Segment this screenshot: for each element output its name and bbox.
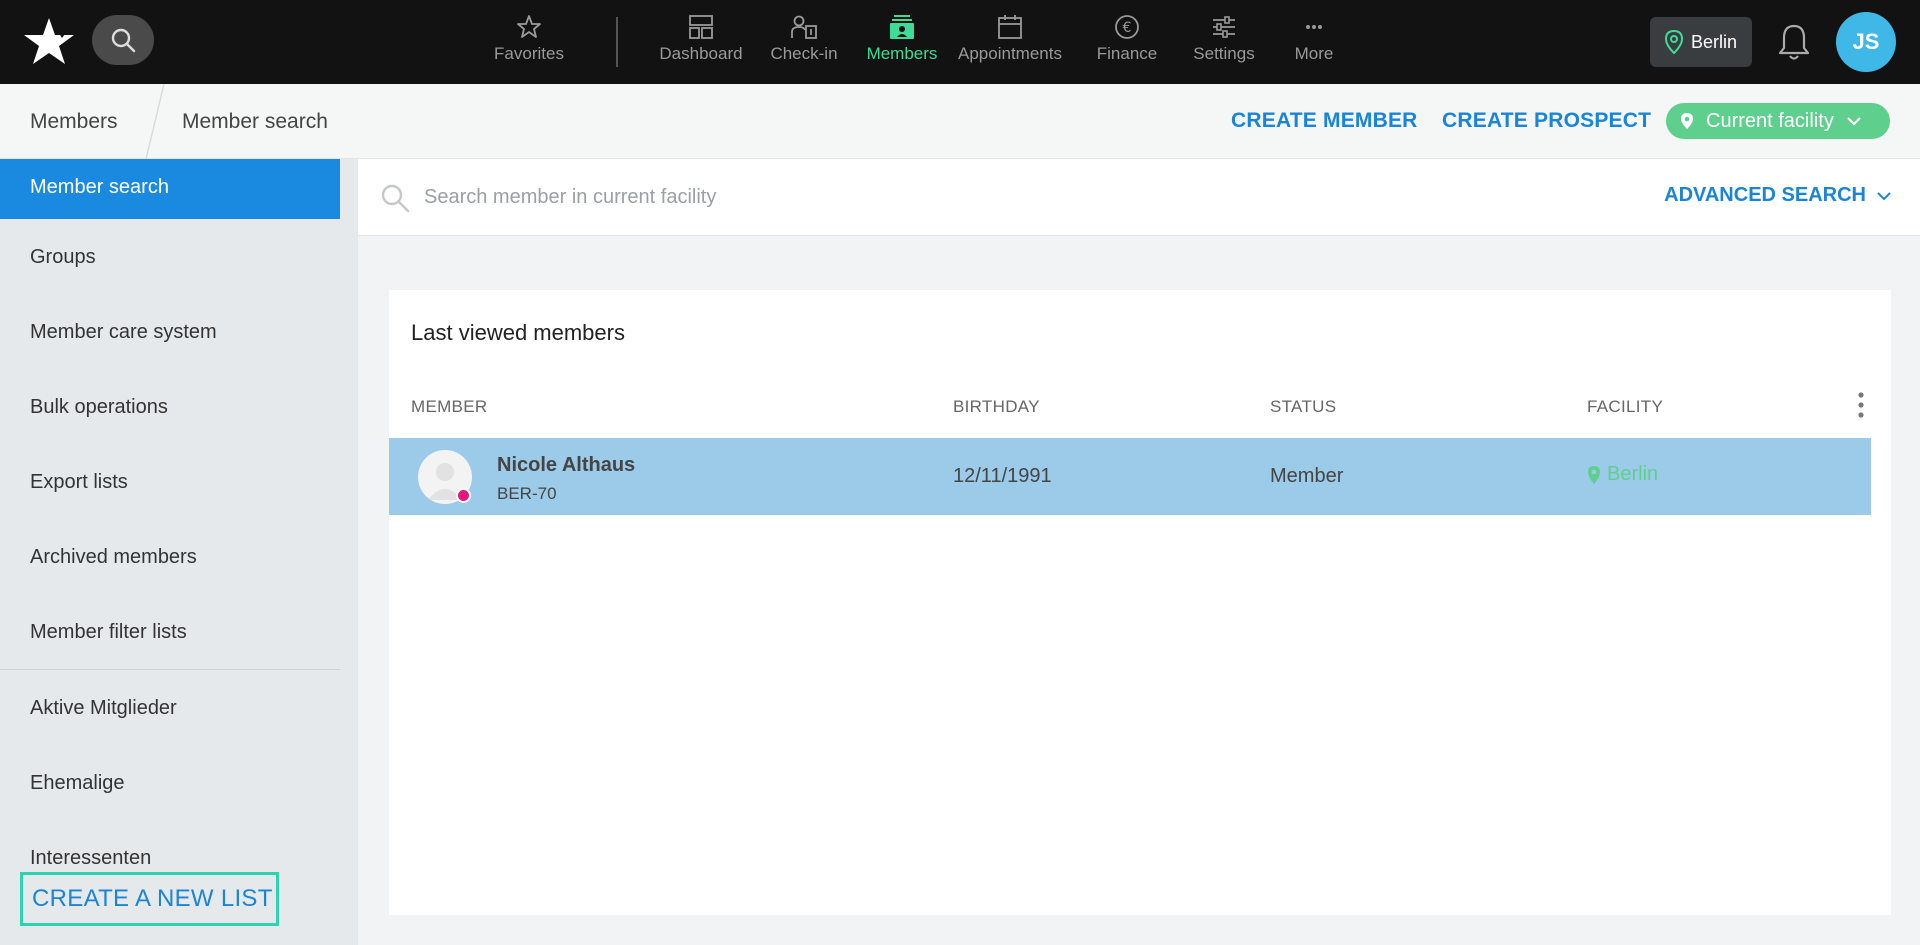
app-logo-icon[interactable] (22, 16, 76, 66)
sidebar-item-label: Bulk operations (30, 395, 168, 418)
member-search-input[interactable] (424, 177, 1324, 217)
sidebar-divider (0, 669, 340, 670)
dashboard-icon (688, 12, 714, 42)
sidebar-item-bulk-operations[interactable]: Bulk operations (0, 377, 340, 437)
nav-appointments[interactable]: Appointments (950, 0, 1070, 84)
location-label: Berlin (1690, 31, 1738, 52)
search-icon (381, 184, 410, 213)
nav-dashboard[interactable]: Dashboard (648, 0, 754, 84)
sliders-icon (1211, 12, 1237, 42)
column-header-member: MEMBER (411, 397, 488, 416)
facility-filter-label: Current facility (1706, 109, 1834, 132)
sidebar-item-label: Groups (30, 245, 96, 268)
euro-icon: € (1114, 12, 1140, 42)
facility-filter-dropdown[interactable]: Current facility (1666, 103, 1890, 139)
member-status: Member (1270, 465, 1344, 487)
location-switcher[interactable]: Berlin (1650, 17, 1752, 67)
kebab-menu-icon[interactable] (1857, 390, 1865, 420)
more-icon (1301, 12, 1327, 42)
svg-text:€: € (1123, 20, 1132, 36)
nav-checkin-label: Check-in (770, 44, 838, 63)
sidebar-item-label: Export lists (30, 470, 128, 493)
column-header-birthday: BIRTHDAY (953, 397, 1040, 416)
nav-more-label: More (1294, 44, 1334, 63)
location-pin-icon (1681, 113, 1693, 129)
breadcrumb-bar: Members Member search CREATE MEMBER CREA… (0, 84, 1920, 159)
sidebar-item-groups[interactable]: Groups (0, 227, 340, 287)
sidebar-item-label: Interessenten (30, 847, 152, 869)
nav-members-label: Members (866, 44, 938, 63)
sidebar-item-member-care-system[interactable]: Member care system (0, 302, 340, 362)
advanced-search-label: ADVANCED SEARCH (1664, 184, 1866, 206)
create-prospect-button[interactable]: CREATE PROSPECT (1442, 109, 1651, 133)
search-icon (111, 28, 136, 53)
nav-members[interactable]: Members (854, 0, 950, 84)
sidebar-item-member-filter-lists[interactable]: Member filter lists (0, 602, 340, 662)
nav-checkin[interactable]: Check-in (754, 0, 854, 84)
location-pin-icon (1588, 465, 1600, 484)
breadcrumb-current: Member search (182, 110, 328, 133)
member-search-bar: ADVANCED SEARCH (358, 159, 1920, 236)
nav-settings-label: Settings (1193, 44, 1255, 63)
nav-appointments-label: Appointments (958, 44, 1062, 63)
calendar-icon (997, 12, 1023, 42)
column-header-facility: FACILITY (1587, 397, 1664, 416)
advanced-search-toggle[interactable]: ADVANCED SEARCH (1664, 184, 1892, 207)
sidebar-item-aktive-mitglieder[interactable]: Aktive Mitglieder (0, 678, 340, 738)
nav-favorites[interactable]: Favorites (470, 0, 588, 84)
chevron-down-icon (1847, 117, 1861, 126)
member-facility-label: Berlin (1607, 463, 1659, 485)
nav-finance-label: Finance (1096, 44, 1158, 63)
breadcrumb-members[interactable]: Members (30, 110, 118, 134)
nav-favorites-label: Favorites (494, 44, 564, 63)
create-member-button[interactable]: CREATE MEMBER (1231, 109, 1418, 133)
sidebar-item-label: Member search (30, 176, 169, 198)
member-birthday: 12/11/1991 (953, 465, 1052, 487)
member-id: BER-70 (497, 484, 557, 503)
breadcrumb-separator (145, 84, 165, 159)
checkin-icon (790, 12, 818, 42)
sidebar-item-ehemalige[interactable]: Ehemalige (0, 753, 340, 813)
sidebar-item-label: Member care system (30, 320, 217, 343)
top-navigation: Favorites Dashboard Check-in Members App… (0, 0, 1920, 84)
bell-icon[interactable] (1776, 22, 1812, 62)
sidebar-item-export-lists[interactable]: Export lists (0, 452, 340, 512)
nav-settings[interactable]: Settings (1184, 0, 1264, 84)
member-facility: Berlin (1587, 463, 1658, 486)
last-viewed-members-card: Last viewed members MEMBER BIRTHDAY STAT… (389, 290, 1891, 915)
nav-finance[interactable]: € Finance (1070, 0, 1184, 84)
nav-dashboard-label: Dashboard (659, 44, 743, 63)
sidebar-item-label: Ehemalige (30, 771, 125, 794)
user-avatar[interactable]: JS (1836, 12, 1896, 72)
star-icon (516, 12, 542, 42)
create-new-list-button[interactable]: CREATE A NEW LIST (20, 872, 279, 926)
sidebar-item-label: Member filter lists (30, 620, 187, 643)
members-sidebar: Member search Groups Member care system … (0, 159, 358, 945)
card-title: Last viewed members (411, 320, 625, 345)
table-row[interactable]: Nicole Althaus BER-70 12/11/1991 Member … (389, 438, 1871, 515)
sidebar-item-interessenten[interactable]: Interessenten (0, 828, 340, 870)
sidebar-item-label: Archived members (30, 545, 197, 568)
members-icon (889, 12, 915, 42)
status-dot (456, 488, 471, 503)
nav-divider (616, 17, 618, 67)
sidebar-item-archived-members[interactable]: Archived members (0, 527, 340, 587)
sidebar-item-label: Aktive Mitglieder (30, 696, 177, 719)
location-pin-icon (1664, 30, 1683, 54)
nav-more[interactable]: More (1264, 0, 1364, 84)
chevron-down-icon (1877, 191, 1891, 200)
global-search-button[interactable] (92, 15, 154, 65)
sidebar-item-member-search[interactable]: Member search (0, 159, 340, 219)
column-header-status: STATUS (1270, 397, 1337, 416)
member-name: Nicole Althaus (497, 454, 636, 476)
